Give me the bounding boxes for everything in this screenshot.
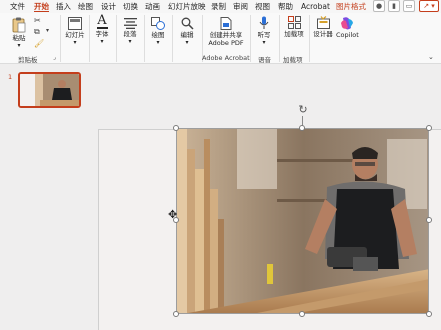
chevron-down-icon: ▾ — [185, 39, 189, 46]
create-share-pdf-button[interactable]: 创建并共享 Adobe PDF — [205, 17, 247, 47]
divider — [309, 15, 310, 62]
chevron-down-icon: ▾ — [128, 38, 132, 45]
divider — [279, 15, 280, 62]
divider — [116, 15, 117, 62]
share-button[interactable]: ↗ ▾ — [419, 0, 439, 12]
tab-record[interactable]: 录制 — [211, 1, 226, 12]
divider — [144, 15, 145, 62]
designer-icon — [316, 16, 330, 29]
dialog-launcher-icon[interactable]: ⌟ — [53, 54, 56, 61]
paragraph-button[interactable]: 段落 ▾ — [120, 17, 140, 46]
resize-handle[interactable] — [426, 217, 432, 223]
resize-handle[interactable] — [299, 311, 305, 317]
chevron-down-icon: ▾ — [262, 39, 266, 46]
ribbon-tab-bar: 文件 开始 插入 绘图 设计 切换 动画 幻灯片放映 录制 审阅 视图 帮助 A… — [0, 0, 441, 13]
addins-button[interactable]: 加载项 — [283, 16, 305, 38]
shapes-icon — [151, 17, 165, 30]
search-icon — [181, 17, 194, 30]
tab-slideshow[interactable]: 幻灯片放映 — [168, 1, 206, 12]
tab-home[interactable]: 开始 — [34, 1, 49, 12]
ribbon: 粘贴 ▾ ✂ ⧉ 🖌 ▾ 剪贴板 ⌟ 幻灯片 ▾ A 字体 ▾ 段落 ▾ 绘图 … — [0, 13, 441, 64]
font-a-icon: A — [96, 13, 108, 29]
chevron-down-icon: ▾ — [73, 39, 77, 46]
chevron-down-icon: ▾ — [17, 42, 21, 49]
chevron-down-icon: ▾ — [100, 38, 104, 45]
chevron-down-icon: ▾ — [156, 39, 160, 46]
clipboard-icon — [12, 17, 26, 33]
tab-transitions[interactable]: 切换 — [123, 1, 138, 12]
resize-handle[interactable] — [173, 311, 179, 317]
slide-layout-icon — [68, 17, 82, 30]
record-icon[interactable]: ● — [373, 0, 385, 12]
tab-help[interactable]: 帮助 — [278, 1, 293, 12]
comments-icon[interactable]: ▭ — [403, 0, 415, 12]
chevron-down-icon[interactable]: ▾ — [46, 27, 49, 34]
editing-button[interactable]: 编辑 ▾ — [176, 17, 198, 47]
copy-icon[interactable]: ⧉ — [34, 27, 40, 37]
divider — [172, 15, 173, 62]
selected-picture[interactable] — [176, 128, 429, 314]
divider — [89, 15, 90, 62]
move-cursor-icon: ✥ — [168, 208, 178, 221]
woodworker-photo — [177, 129, 428, 313]
resize-handle[interactable] — [299, 125, 305, 131]
tab-design[interactable]: 设计 — [101, 1, 116, 12]
collapse-ribbon-icon[interactable]: ⌄ — [428, 53, 434, 61]
drawing-button[interactable]: 绘图 ▾ — [148, 17, 168, 47]
tab-acrobat[interactable]: Acrobat — [301, 1, 330, 12]
divider — [60, 15, 61, 62]
dictate-button[interactable]: 听写 ▾ — [255, 16, 273, 47]
pdf-document-icon — [220, 17, 232, 30]
thumbnail-image — [20, 74, 79, 106]
resize-handle[interactable] — [173, 125, 179, 131]
tab-view[interactable]: 视图 — [255, 1, 270, 12]
resize-handle[interactable] — [426, 311, 432, 317]
present-icon[interactable]: ▮ — [388, 0, 400, 12]
paste-button[interactable]: 粘贴 ▾ — [10, 17, 28, 50]
tab-draw[interactable]: 绘图 — [78, 1, 93, 12]
resize-handle[interactable] — [426, 125, 432, 131]
tab-insert[interactable]: 插入 — [56, 1, 71, 12]
tab-picture-format[interactable]: 图片格式 — [336, 1, 366, 12]
share-icon: ↗ — [423, 2, 430, 10]
divider — [250, 15, 251, 62]
voice-group-label: 语音 — [258, 56, 271, 64]
addins-group-label: 加载项 — [283, 56, 303, 64]
slides-button[interactable]: 幻灯片 ▾ — [64, 17, 86, 47]
tab-animations[interactable]: 动画 — [145, 1, 160, 12]
slide-number: 1 — [8, 73, 13, 81]
copilot-button[interactable]: Copilot — [336, 17, 359, 39]
copilot-icon — [341, 17, 353, 30]
acrobat-group-label: Adobe Acrobat — [202, 54, 250, 62]
align-lines-icon — [123, 18, 137, 29]
slide-thumbnail[interactable] — [18, 72, 81, 108]
microphone-icon — [259, 16, 269, 29]
format-painter-icon[interactable]: 🖌 — [34, 39, 44, 48]
tab-review[interactable]: 审阅 — [233, 1, 248, 12]
cut-icon[interactable]: ✂ — [34, 16, 41, 25]
tab-file[interactable]: 文件 — [10, 1, 25, 12]
clipboard-group-label: 剪贴板 — [18, 56, 38, 64]
addins-grid-icon — [287, 16, 301, 29]
font-button[interactable]: A 字体 ▾ — [93, 13, 111, 46]
designer-button[interactable]: 设计器 — [313, 16, 333, 38]
rotate-handle-icon[interactable]: ↻ — [297, 104, 309, 116]
